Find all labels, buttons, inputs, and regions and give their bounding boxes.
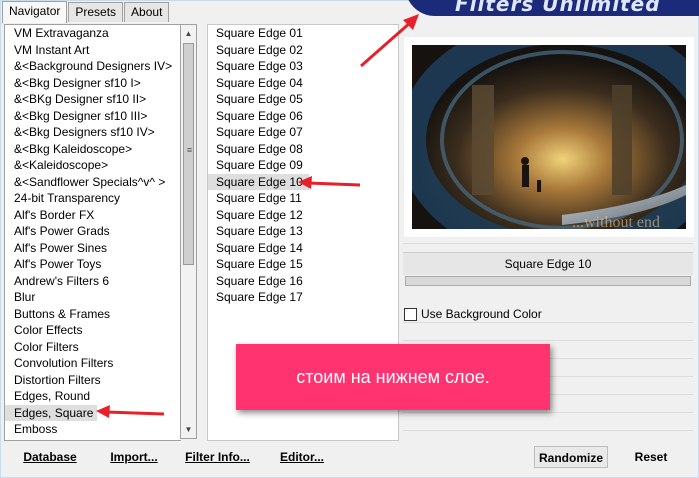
preview-frame: ...without end bbox=[404, 37, 694, 237]
category-item[interactable]: &<Background Designers IV> bbox=[5, 58, 181, 75]
filter-item[interactable]: Square Edge 13 bbox=[208, 223, 398, 240]
grip-icon: ≡ bbox=[186, 145, 193, 155]
checkbox-icon[interactable] bbox=[404, 307, 417, 321]
preview-artwork: ...without end bbox=[412, 45, 686, 229]
category-list[interactable]: VM Extravaganza VM Instant Art &<Backgroun… bbox=[4, 24, 181, 441]
tab-about[interactable]: About bbox=[124, 2, 170, 22]
arrow-to-banner-icon bbox=[360, 14, 419, 68]
category-item[interactable]: &<BKg Designer sf10 II> bbox=[5, 91, 181, 108]
use-bg-color-checkbox[interactable]: Use Background Color bbox=[404, 306, 542, 322]
tab-navigator[interactable]: Navigator bbox=[2, 1, 68, 23]
filter-slider[interactable] bbox=[405, 276, 691, 286]
category-item[interactable]: Buttons & Frames bbox=[5, 306, 181, 323]
category-item[interactable]: Edges, Square bbox=[5, 404, 98, 421]
filter-item[interactable]: Square Edge 04 bbox=[208, 75, 398, 92]
preview-image: ...without end bbox=[412, 45, 686, 229]
category-item[interactable]: &<Bkg Designer sf10 I> bbox=[5, 75, 181, 92]
category-item[interactable]: &<Bkg Designers sf10 IV> bbox=[5, 124, 181, 141]
category-item[interactable]: Alf's Power Grads bbox=[5, 223, 181, 240]
editor-button[interactable]: Editor... bbox=[274, 446, 330, 468]
filter-info-label: Filter Info... bbox=[185, 450, 250, 464]
reset-button[interactable]: Reset bbox=[620, 446, 682, 468]
import-label: Import... bbox=[110, 450, 158, 464]
category-item[interactable]: Color Filters bbox=[5, 339, 181, 356]
category-item[interactable]: &<Bkg Designer sf10 III> bbox=[5, 108, 181, 125]
category-item[interactable]: Edges, Round bbox=[5, 388, 181, 405]
editor-label: Editor... bbox=[279, 450, 324, 464]
category-item[interactable]: Andrew's Filters 6 bbox=[5, 273, 181, 290]
filter-item[interactable]: Square Edge 06 bbox=[208, 108, 398, 125]
banner-title: Filters Unlimited 2.0 bbox=[455, 0, 661, 16]
database-button[interactable]: Database bbox=[15, 446, 85, 468]
current-filter-label: Square Edge 10 bbox=[403, 252, 693, 275]
filter-item[interactable]: Square Edge 16 bbox=[208, 273, 398, 290]
category-item[interactable]: &<Bkg Kaleidoscope> bbox=[5, 141, 181, 158]
preview-watermark-text: ...without end bbox=[572, 214, 660, 229]
category-item[interactable]: Distortion Filters bbox=[5, 372, 181, 389]
category-item[interactable]: Alf's Power Sines bbox=[5, 240, 181, 257]
app-banner: Filters Unlimited 2.0 bbox=[405, 0, 699, 16]
scroll-thumb[interactable]: ≡ bbox=[183, 43, 194, 265]
category-item[interactable]: Convolution Filters bbox=[5, 355, 181, 372]
filter-item[interactable]: Square Edge 17 bbox=[208, 289, 398, 306]
divider bbox=[403, 340, 693, 341]
filter-item[interactable]: Square Edge 14 bbox=[208, 240, 398, 257]
filter-item[interactable]: Square Edge 12 bbox=[208, 207, 398, 224]
use-bg-color-label: Use Background Color bbox=[421, 307, 542, 321]
filter-item[interactable]: Square Edge 09 bbox=[208, 157, 398, 174]
filter-item[interactable]: Square Edge 07 bbox=[208, 124, 398, 141]
category-item[interactable]: Color Effects bbox=[5, 322, 181, 339]
database-label: Database bbox=[23, 450, 77, 464]
category-item[interactable]: &<Kaleidoscope> bbox=[5, 157, 181, 174]
divider bbox=[403, 243, 693, 244]
category-item[interactable]: &<Sandflower Specials^v^ > bbox=[5, 174, 181, 191]
category-item[interactable]: 24-bit Transparency bbox=[5, 190, 181, 207]
scroll-down-icon[interactable]: ▼ bbox=[181, 421, 196, 438]
category-scrollbar[interactable]: ▲ ≡ ▼ bbox=[180, 24, 197, 439]
tab-bar: Navigator Presets About bbox=[2, 1, 170, 23]
arrow-to-filter-icon bbox=[298, 176, 361, 189]
filter-item[interactable]: Square Edge 11 bbox=[208, 190, 398, 207]
filter-item[interactable]: Square Edge 10 bbox=[208, 173, 309, 190]
filter-info-button[interactable]: Filter Info... bbox=[180, 446, 255, 468]
category-item[interactable]: Blur bbox=[5, 289, 181, 306]
category-item[interactable]: VM Extravaganza bbox=[5, 25, 181, 42]
arrow-to-category-icon bbox=[96, 405, 165, 418]
category-item[interactable]: Emboss bbox=[5, 421, 181, 438]
randomize-button[interactable]: Randomize bbox=[534, 446, 608, 468]
scroll-up-icon[interactable]: ▲ bbox=[181, 25, 196, 42]
filter-item[interactable]: Square Edge 05 bbox=[208, 91, 398, 108]
filter-item[interactable]: Square Edge 15 bbox=[208, 256, 398, 273]
import-button[interactable]: Import... bbox=[104, 446, 164, 468]
category-item[interactable]: Alf's Power Toys bbox=[5, 256, 181, 273]
divider bbox=[403, 412, 693, 413]
filter-item[interactable]: Square Edge 08 bbox=[208, 141, 398, 158]
category-item[interactable]: Alf's Border FX bbox=[5, 207, 181, 224]
category-item[interactable]: VM Instant Art bbox=[5, 42, 181, 59]
divider bbox=[403, 430, 693, 431]
divider bbox=[403, 322, 693, 323]
annotation-callout: стоим на нижнем слое. bbox=[236, 344, 550, 410]
tab-presets[interactable]: Presets bbox=[68, 2, 124, 22]
